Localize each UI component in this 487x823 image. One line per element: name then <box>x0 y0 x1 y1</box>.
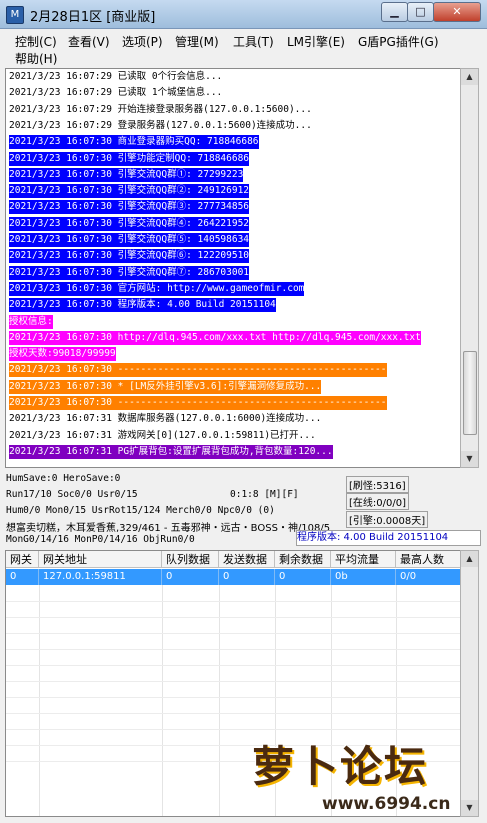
grid-line <box>6 729 461 730</box>
maximize-button[interactable]: □ <box>407 2 434 22</box>
log-line: 2021/3/23 16:07:29 登录服务器(127.0.0.1:5600)… <box>9 118 312 133</box>
cell-remaining: 0 <box>275 569 331 585</box>
menu-manage[interactable]: 管理(M) <box>175 33 219 50</box>
window-title: 2月28日1区 [商业版] <box>30 10 156 25</box>
grid-line <box>219 585 220 816</box>
watermark-logo: 萝卜论坛 <box>252 742 429 791</box>
version-label: 程序版本: 4.00 Build 20151104 <box>296 530 481 546</box>
run-stats: Run17/10 Soc0/0 Usr0/15 <box>6 489 138 500</box>
refresh-count-badge: [刷怪:5316] <box>346 476 409 493</box>
menu-view[interactable]: 查看(V) <box>68 33 110 50</box>
log-line: 2021/3/23 16:07:30 引擎交流QQ群①: 27299223 <box>9 167 244 182</box>
log-line: 2021/3/23 16:07:29 已读取 0个行会信息... <box>9 70 223 84</box>
grid-line <box>6 665 461 666</box>
monster-info: 想富卖切糕，木耳爱香蕉,329/461 - 五毒邪神・远古・BOSS・神/108… <box>6 523 331 534</box>
log-line: 2021/3/23 16:07:30 http://dlq.945.com/xx… <box>9 330 421 345</box>
scroll-down-arrow-icon[interactable]: ▼ <box>461 800 478 816</box>
grid-line <box>6 713 461 714</box>
log-line: 2021/3/23 16:07:29 已读取 1个城堡信息... <box>9 86 223 101</box>
menu-options[interactable]: 选项(P) <box>122 33 163 50</box>
menu-bar: 控制(C) 查看(V) 选项(P) 管理(M) 工具(T) LM引擎(E) G盾… <box>0 29 487 67</box>
col-header-avg-traffic[interactable]: 平均流量 <box>331 551 396 568</box>
grid-line <box>6 633 461 634</box>
col-header-max-users[interactable]: 最高人数 <box>396 551 461 568</box>
scroll-down-arrow-icon[interactable]: ▼ <box>461 451 478 467</box>
mon-stats: MonG0/14/16 MonP0/14/16 ObjRun0/0 <box>6 534 195 545</box>
grid-line <box>6 649 461 650</box>
log-line: 2021/3/23 16:07:30 引擎功能定制QQ: 718846686 <box>9 151 250 166</box>
online-count-badge: [在线:0/0/0] <box>346 493 409 510</box>
time-stats: 0:1:8 [M][F] <box>230 489 299 500</box>
col-header-sent[interactable]: 发送数据 <box>219 551 275 568</box>
grid-line <box>6 697 461 698</box>
cell-sent: 0 <box>219 569 275 585</box>
watermark-url: www.6994.cn <box>322 794 451 814</box>
log-line: 2021/3/23 16:07:30 官方网站: http://www.game… <box>9 281 305 296</box>
log-line: 2021/3/23 16:07:30 引擎交流QQ群⑥: 122209510 <box>9 249 250 264</box>
grid-line <box>162 585 163 816</box>
log-line: 2021/3/23 16:07:30 ---------------------… <box>9 396 387 410</box>
log-line: 2021/3/23 16:07:29 开始连接登录服务器(127.0.0.1:5… <box>9 102 312 117</box>
col-header-remaining[interactable]: 剩余数据 <box>275 551 331 568</box>
col-header-address[interactable]: 网关地址 <box>39 551 162 568</box>
menu-control[interactable]: 控制(C) <box>15 33 57 50</box>
title-bar[interactable]: M 2月28日1区 [商业版] ▁ □ ✕ <box>0 0 487 29</box>
cell-avg-traffic: 0b <box>331 569 396 585</box>
scroll-up-arrow-icon[interactable]: ▲ <box>461 551 478 567</box>
log-line: 2021/3/23 16:07:31 PG扩展背包:设置扩展背包成功,背包数量:… <box>9 444 333 459</box>
log-scrollbar[interactable]: ▲ ▼ <box>460 68 479 468</box>
log-line: 2021/3/23 16:07:31 数据库服务器(127.0.0.1:6000… <box>9 412 322 427</box>
menu-tools[interactable]: 工具(T) <box>233 33 274 50</box>
grid-line <box>39 585 40 816</box>
close-button[interactable]: ✕ <box>433 2 481 22</box>
cell-max-users: 0/0 <box>400 571 417 582</box>
hum-stats: Hum0/0 Mon0/15 UsrRot15/124 Merch0/0 Npc… <box>6 505 275 516</box>
grid-line <box>6 681 461 682</box>
col-header-queue[interactable]: 队列数据 <box>162 551 219 568</box>
log-line: 2021/3/23 16:07:31 游戏网关[0](127.0.0.1:598… <box>9 428 316 443</box>
scroll-up-arrow-icon[interactable]: ▲ <box>461 69 478 85</box>
log-line: 2021/3/23 16:07:30 引擎交流QQ群⑤: 140598634 <box>9 233 250 247</box>
log-panel[interactable]: 2021/3/23 16:07:29 已读取 0个行会信息... 2021/3/2… <box>5 68 462 468</box>
log-line: 2021/3/23 16:07:30 引擎交流QQ群②: 249126912 <box>9 184 250 199</box>
cell-gateway: 0 <box>6 569 39 585</box>
save-stats: HumSave:0 HeroSave:0 <box>6 473 121 484</box>
menu-g-shield-plugin[interactable]: G盾PG插件(G) <box>358 33 439 50</box>
col-header-gateway[interactable]: 网关 <box>6 551 39 568</box>
grid-line <box>6 601 461 602</box>
log-line: 授权天数:99018/99999 <box>9 347 116 362</box>
log-line: 2021/3/23 16:07:30 商业登录器购买QQ: 718846686 <box>9 135 259 150</box>
app-icon[interactable]: M <box>6 6 24 24</box>
log-line: 授权信息: <box>9 314 53 329</box>
engine-days-badge: [引擎:0.0008天] <box>346 511 429 528</box>
cell-queue: 0 <box>162 569 219 585</box>
log-line: 2021/3/23 16:07:30 程序版本: 4.00 Build 2015… <box>9 298 276 313</box>
log-line: 2021/3/23 16:07:30 引擎交流QQ群③: 277734856 <box>9 200 250 215</box>
table-row[interactable]: 0 127.0.0.1:59811 0 0 0 0b 0/0 <box>6 569 461 585</box>
cell-address: 127.0.0.1:59811 <box>39 569 162 585</box>
menu-lm-engine[interactable]: LM引擎(E) <box>287 33 345 50</box>
grid-line <box>6 617 461 618</box>
table-scrollbar[interactable]: ▲ ▼ <box>460 550 479 817</box>
log-line: 2021/3/23 16:07:30 引擎交流QQ群④: 264221952 <box>9 216 250 231</box>
log-line: 2021/3/23 16:07:30 引擎交流QQ群⑦: 286703001 <box>9 265 250 280</box>
log-line: 2021/3/23 16:07:30 * [LM反外挂引擎v3.6]:引擎漏洞修… <box>9 379 322 394</box>
log-line: 2021/3/23 16:07:30 ---------------------… <box>9 363 387 378</box>
scroll-thumb[interactable] <box>463 351 477 435</box>
minimize-button[interactable]: ▁ <box>381 2 408 22</box>
menu-help[interactable]: 帮助(H) <box>15 50 57 67</box>
